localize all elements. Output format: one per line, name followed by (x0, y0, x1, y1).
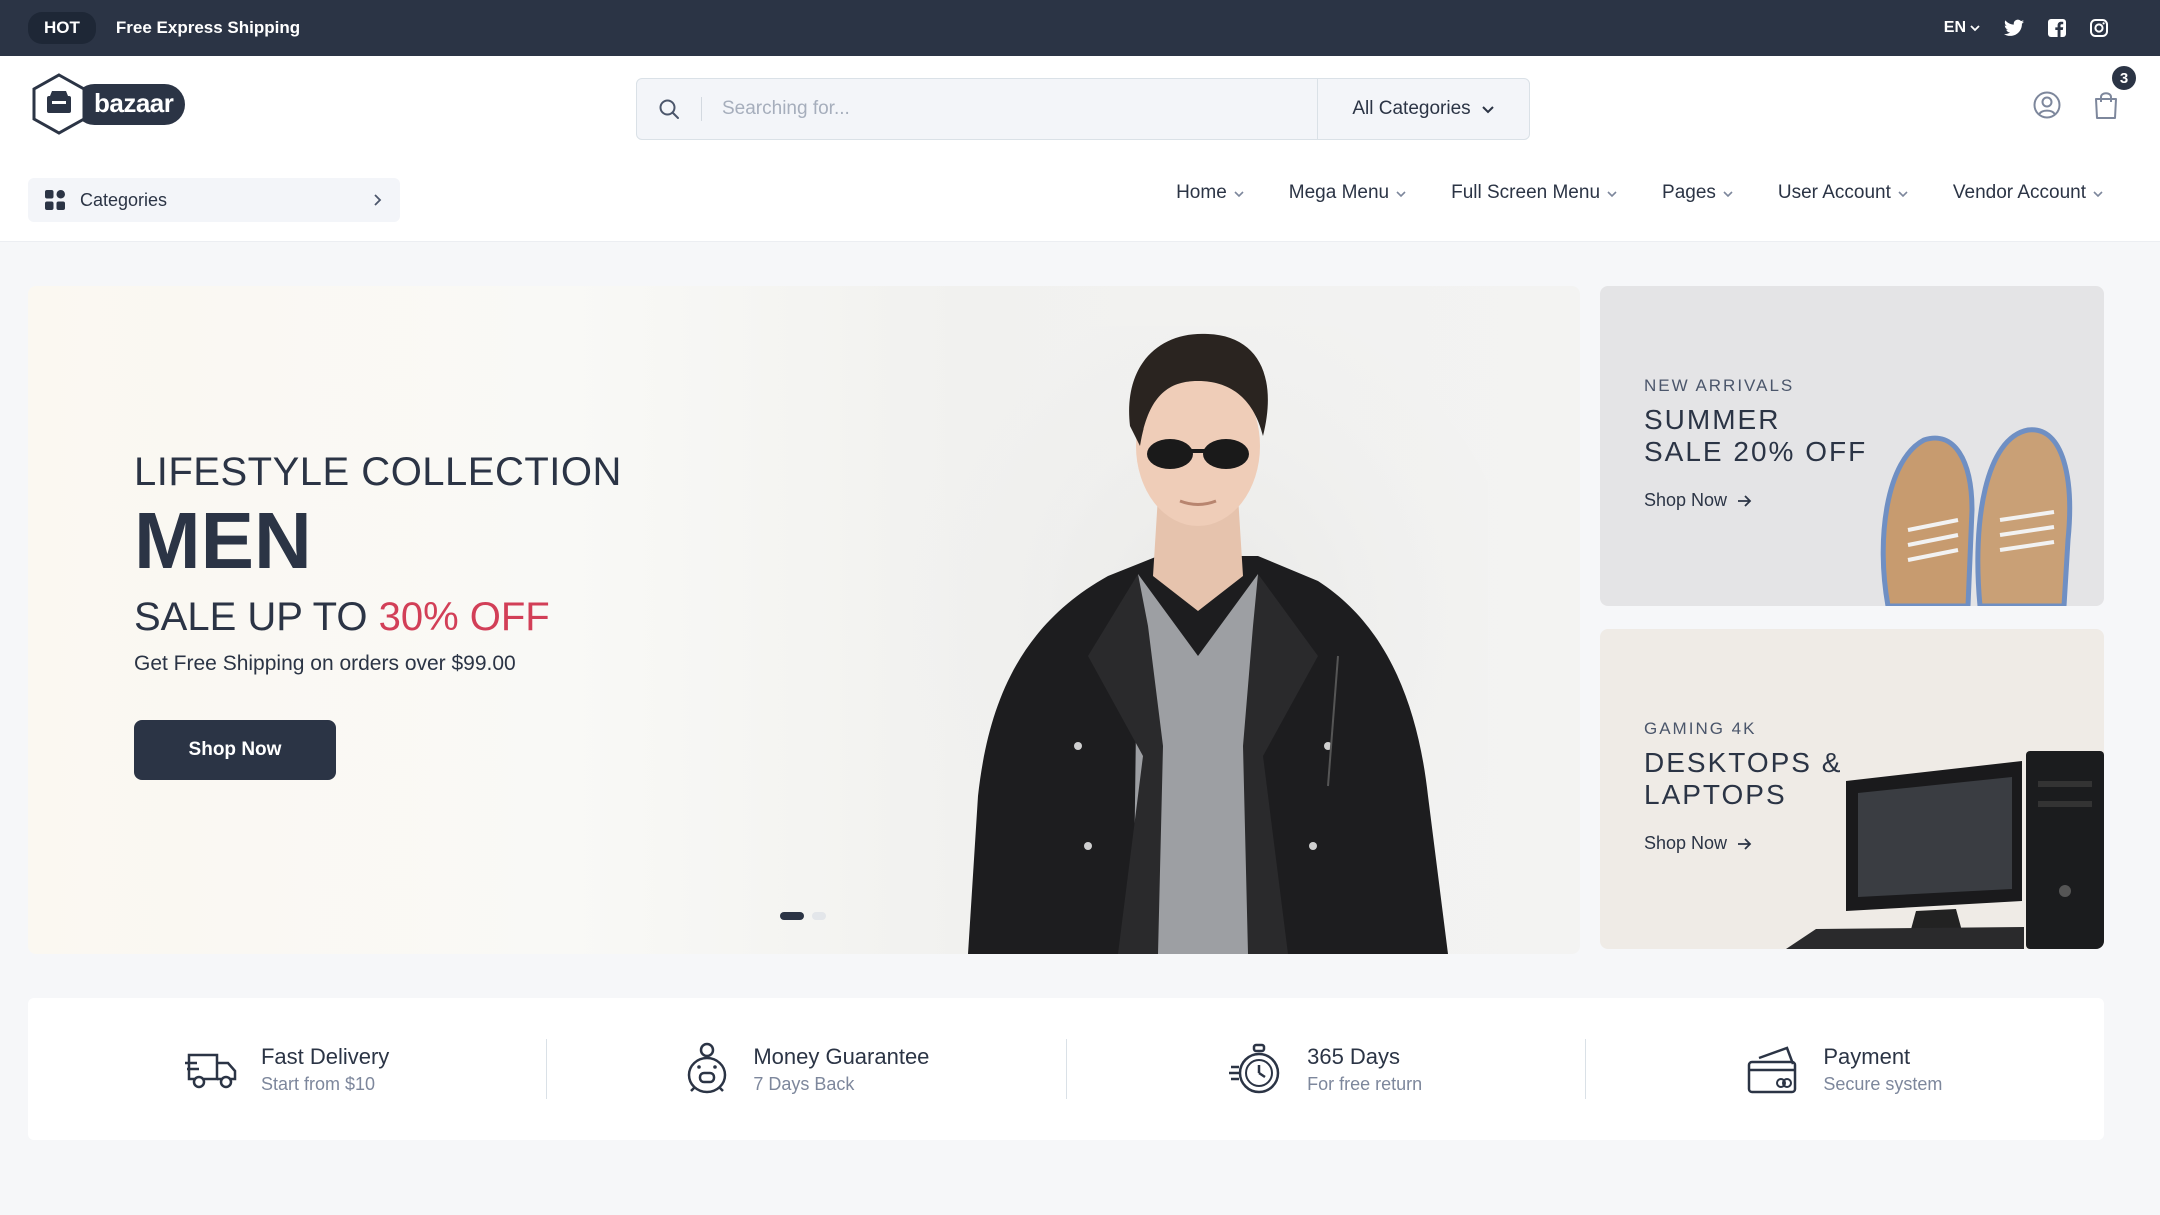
instagram-icon[interactable] (2090, 19, 2108, 37)
chevron-down-icon (1234, 191, 1244, 198)
service-text: Payment Secure system (1823, 1044, 1942, 1095)
category-select-label: All Categories (1352, 98, 1471, 119)
hot-badge: HOT (28, 12, 96, 44)
chevron-down-icon (1898, 191, 1908, 198)
service-money-guarantee: Money Guarantee 7 Days Back (547, 1039, 1067, 1099)
chevron-down-icon (2093, 191, 2103, 198)
search-bar: All Categories (636, 78, 1530, 140)
credit-card-icon (1748, 1046, 1797, 1094)
services-strip: Fast Delivery Start from $10 Money Guara… (28, 998, 2104, 1140)
search-icon[interactable] (637, 97, 701, 121)
stopwatch-icon (1229, 1043, 1280, 1094)
arrow-right-icon (1738, 494, 1752, 507)
nav-item-label: User Account (1777, 182, 1891, 203)
chevron-down-icon (1607, 191, 1617, 198)
hero-shop-now-button[interactable]: Shop Now (134, 720, 336, 780)
service-payment: Payment Secure system (1586, 1039, 2104, 1099)
hero-title: MEN (134, 496, 312, 585)
hero-sale-prefix: SALE UP TO (134, 595, 379, 639)
logo-mark (30, 72, 88, 136)
top-bar: HOT Free Express Shipping EN (0, 0, 2160, 56)
main-nav: Home Mega Menu Full Screen Menu Pages Us… (1176, 182, 2104, 204)
carousel-dots (780, 912, 826, 920)
nav-item-label: Full Screen Menu (1451, 182, 1601, 203)
service-text: Fast Delivery Start from $10 (261, 1044, 389, 1095)
truck-icon (184, 1053, 237, 1089)
grid-icon (45, 190, 65, 210)
nav-item-pages[interactable]: Pages (1662, 182, 1734, 204)
service-text: 365 Days For free return (1307, 1044, 1422, 1095)
service-title: 365 Days (1307, 1043, 1401, 1069)
chevron-down-icon (1723, 191, 1733, 198)
nav-item-mega-menu[interactable]: Mega Menu (1289, 182, 1407, 204)
shoes-image (1880, 427, 2073, 606)
header-actions: 3 (2032, 64, 2138, 125)
chevron-down-icon (1481, 106, 1494, 114)
chevron-down-icon (1970, 25, 1980, 32)
hero-sale-highlight: 30% OFF (378, 595, 550, 639)
carousel-dot-active[interactable] (780, 912, 804, 920)
service-365-days: 365 Days For free return (1067, 1039, 1586, 1099)
service-subtitle: 7 Days Back (753, 1073, 855, 1094)
piggy-bank-icon (688, 1042, 727, 1094)
cart-count-badge: 3 (2110, 64, 2138, 92)
hero-text: LIFESTYLE COLLECTION MEN SALE UP TO 30% … (134, 450, 622, 780)
nav-item-label: Mega Menu (1288, 182, 1390, 203)
service-subtitle: For free return (1307, 1073, 1423, 1094)
language-selector[interactable]: EN (1944, 19, 1980, 37)
banner-shop-now-link[interactable]: Shop Now (1644, 490, 1867, 511)
service-subtitle: Secure system (1823, 1073, 1943, 1094)
banner-title-line: SUMMER (1644, 404, 1781, 435)
nav-item-label: Vendor Account (1952, 182, 2086, 203)
computer-image (1786, 751, 2104, 949)
topbar-right: EN (1944, 19, 2108, 37)
hero-carousel: LIFESTYLE COLLECTION MEN SALE UP TO 30% … (28, 286, 1580, 954)
nav-item-label: Pages (1662, 182, 1716, 203)
category-select[interactable]: All Categories (1317, 79, 1529, 139)
logo-text: bazaar (74, 83, 186, 125)
banner-link-label: Shop Now (1644, 833, 1728, 853)
banner-eyebrow: GAMING 4K (1644, 719, 1757, 738)
promo-message: Free Express Shipping (115, 18, 301, 37)
banner-title: SUMMER SALE 20% OFF (1644, 404, 1867, 468)
service-subtitle: Start from $10 (260, 1073, 375, 1094)
language-label: EN (1943, 19, 1966, 36)
search-input[interactable] (702, 79, 1317, 139)
service-fast-delivery: Fast Delivery Start from $10 (28, 1039, 548, 1099)
service-text: Money Guarantee 7 Days Back (753, 1044, 929, 1095)
service-title: Fast Delivery (260, 1043, 390, 1069)
arrow-right-icon (1738, 837, 1752, 850)
nav-item-full-screen-menu[interactable]: Full Screen Menu (1451, 182, 1618, 204)
hero-description: Get Free Shipping on orders over $99.00 (134, 652, 516, 675)
chevron-right-icon (374, 194, 382, 206)
nav-item-vendor-account[interactable]: Vendor Account (1953, 182, 2104, 204)
banner-desktops-laptops[interactable]: GAMING 4K DESKTOPS & LAPTOPS Shop Now (1600, 629, 2104, 949)
carousel-dot[interactable] (812, 912, 826, 920)
facebook-icon[interactable] (2048, 19, 2066, 37)
categories-button[interactable]: Categories (28, 178, 400, 222)
banner-title-line: SALE 20% OFF (1644, 436, 1868, 467)
shopping-bag-icon (2095, 92, 2117, 119)
nav-item-label: Home (1176, 182, 1227, 203)
service-title: Money Guarantee (753, 1043, 930, 1069)
banner-eyebrow: NEW ARRIVALS (1644, 376, 1795, 395)
user-icon[interactable] (2032, 90, 2062, 125)
logo[interactable]: bazaar (30, 72, 186, 136)
hero-sale-text: SALE UP TO 30% OFF (134, 595, 622, 640)
cart-button[interactable]: 3 (2092, 64, 2138, 125)
banner-link-label: Shop Now (1644, 490, 1728, 510)
nav-item-user-account[interactable]: User Account (1778, 182, 1909, 204)
banner-text: NEW ARRIVALS SUMMER SALE 20% OFF Shop No… (1644, 376, 1867, 511)
hero-model-image (908, 326, 1488, 954)
nav-item-home[interactable]: Home (1176, 182, 1245, 204)
header: bazaar All Categories 3 Categories (0, 56, 2160, 242)
chevron-down-icon (1396, 191, 1406, 198)
hero-subtitle: LIFESTYLE COLLECTION (134, 450, 622, 494)
banner-summer-sale[interactable]: NEW ARRIVALS SUMMER SALE 20% OFF Shop No… (1600, 286, 2104, 606)
categories-label: Categories (80, 189, 168, 210)
twitter-icon[interactable] (2004, 19, 2024, 37)
service-title: Payment (1823, 1043, 1911, 1069)
